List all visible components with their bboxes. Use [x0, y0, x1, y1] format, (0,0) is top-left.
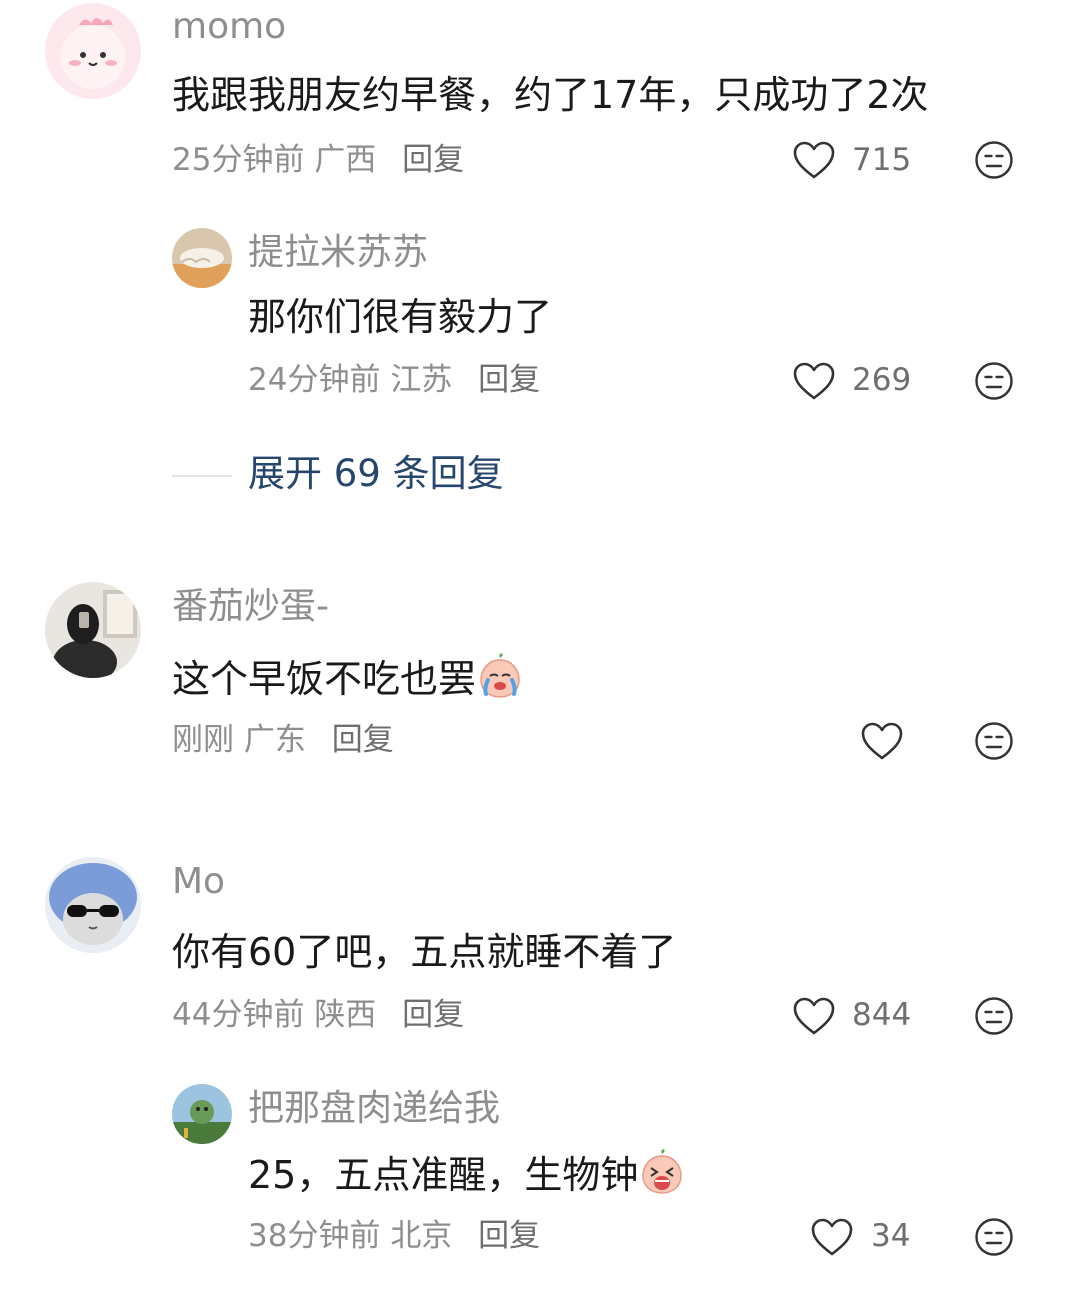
- crying-peach-emoji: [480, 653, 520, 698]
- comment-time: 24分钟前: [248, 362, 381, 398]
- username[interactable]: 把那盘肉递给我: [248, 1087, 500, 1131]
- avatar[interactable]: [45, 582, 141, 678]
- like-count: 269: [852, 362, 912, 398]
- comment-location: 陕西: [314, 997, 377, 1033]
- avatar[interactable]: [172, 1084, 232, 1144]
- comment-time: 38分钟前: [248, 1218, 381, 1254]
- neutral-face-icon[interactable]: [974, 140, 1014, 180]
- screaming-peach-emoji: [642, 1149, 683, 1194]
- comment-meta: 25分钟前 广西 回复: [172, 140, 464, 180]
- like-count: 844: [852, 997, 912, 1033]
- comment-meta: 24分钟前 江苏 回复: [248, 360, 540, 400]
- avatar[interactable]: [172, 228, 232, 288]
- comment-time: 44分钟前: [172, 997, 305, 1033]
- neutral-face-icon[interactable]: [974, 361, 1014, 401]
- reply-button[interactable]: 回复: [402, 997, 464, 1033]
- comment-meta: 44分钟前 陕西 回复: [172, 995, 464, 1035]
- neutral-face-icon[interactable]: [974, 721, 1014, 761]
- divider: [172, 475, 232, 477]
- expand-replies-link[interactable]: 展开 69 条回复: [248, 450, 504, 498]
- heart-outline-icon[interactable]: [810, 1217, 854, 1257]
- heart-outline-icon[interactable]: [792, 140, 836, 180]
- username[interactable]: momo: [172, 5, 286, 49]
- comment-text[interactable]: 你有60了吧，五点就睡不着了: [172, 927, 676, 977]
- comment-location: 广西: [314, 142, 377, 178]
- avatar[interactable]: [45, 3, 141, 99]
- comment-time: 25分钟前: [172, 142, 305, 178]
- comment-location: 江苏: [390, 362, 453, 398]
- heart-outline-icon[interactable]: [860, 721, 904, 761]
- neutral-face-icon[interactable]: [974, 1217, 1014, 1257]
- comment-time: 刚刚: [172, 722, 234, 758]
- reply-button[interactable]: 回复: [402, 142, 464, 178]
- comment-text[interactable]: 25，五点准醒，生物钟: [248, 1148, 686, 1200]
- avatar[interactable]: [45, 857, 141, 953]
- reply-button[interactable]: 回复: [478, 1218, 540, 1254]
- comment-text[interactable]: 我跟我朋友约早餐，约了17年，只成功了2次: [172, 70, 929, 120]
- comment-text-body: 25，五点准醒，生物钟: [248, 1153, 639, 1197]
- heart-outline-icon[interactable]: [792, 361, 836, 401]
- username[interactable]: 提拉米苏苏: [248, 231, 428, 275]
- reply-button[interactable]: 回复: [332, 722, 394, 758]
- like-count: 34: [871, 1218, 911, 1254]
- like-count: 715: [852, 142, 912, 178]
- comment-meta: 刚刚 广东 回复: [172, 720, 394, 760]
- comment-text[interactable]: 那你们很有毅力了: [248, 292, 552, 342]
- heart-outline-icon[interactable]: [792, 996, 836, 1036]
- username[interactable]: Mo: [172, 860, 225, 904]
- comment-text[interactable]: 这个早饭不吃也罢: [172, 652, 524, 704]
- neutral-face-icon[interactable]: [974, 996, 1014, 1036]
- comment-meta: 38分钟前 北京 回复: [248, 1216, 540, 1256]
- username[interactable]: 番茄炒蛋-: [172, 585, 329, 629]
- comment-location: 北京: [390, 1218, 453, 1254]
- comment-text-body: 这个早饭不吃也罢: [172, 657, 477, 701]
- reply-button[interactable]: 回复: [478, 362, 540, 398]
- comment-location: 广东: [243, 722, 306, 758]
